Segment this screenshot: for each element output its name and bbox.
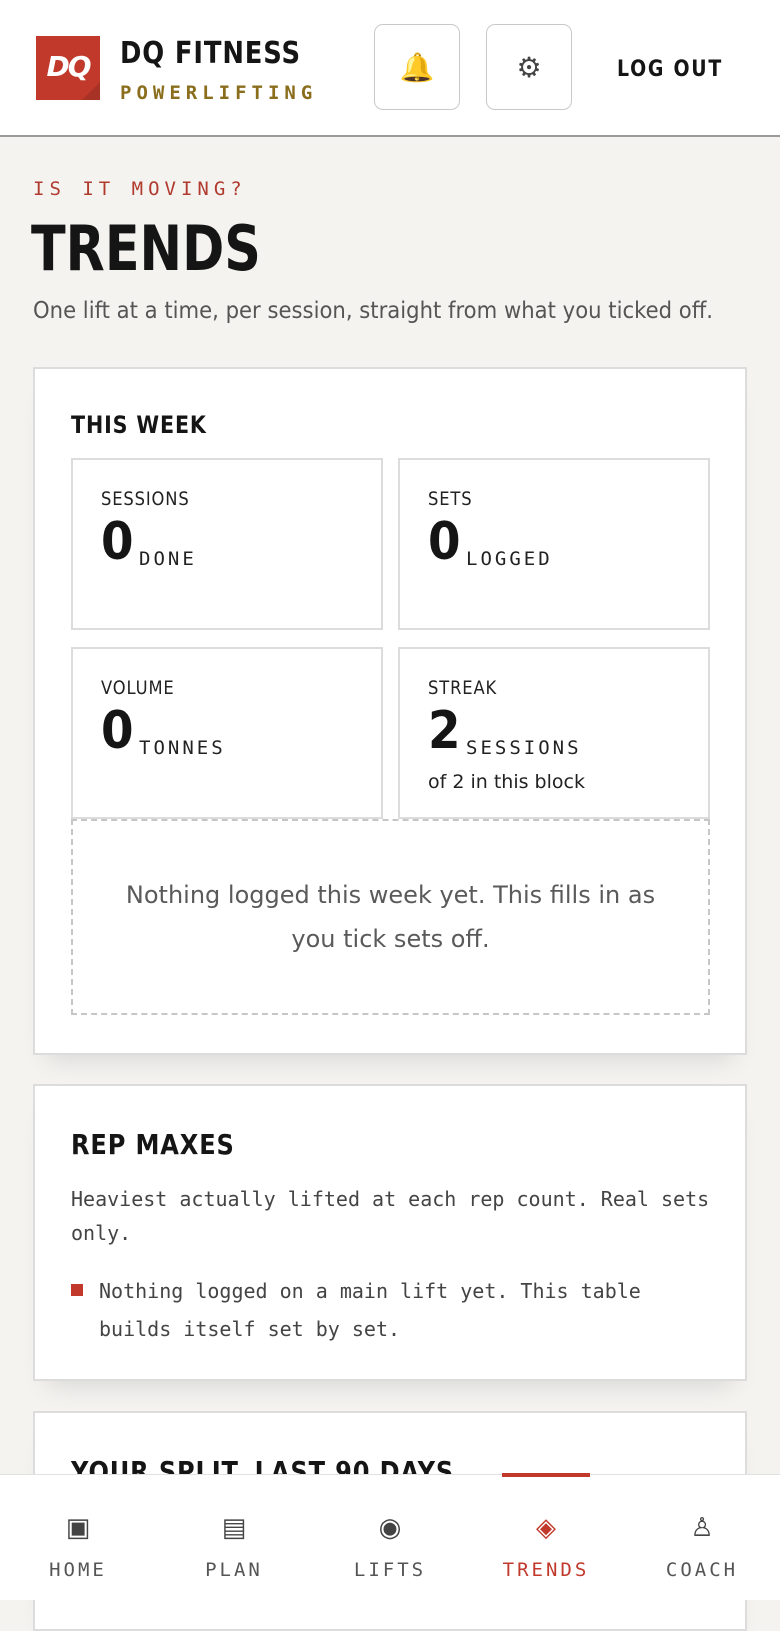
stat-sessions: SESSIONS 0 DONE xyxy=(71,458,383,630)
nav-lifts[interactable]: ◉ LIFTS xyxy=(312,1475,468,1601)
stat-label: STREAK xyxy=(428,677,498,699)
lifts-icon: ◉ xyxy=(378,1513,402,1543)
nav-label: PLAN xyxy=(205,1559,263,1581)
home-icon: ▣ xyxy=(65,1513,91,1543)
rep-maxes-title: REP MAXES xyxy=(71,1128,235,1161)
stat-label: SESSIONS xyxy=(101,488,190,510)
stat-label: SETS xyxy=(428,488,473,510)
settings-button[interactable]: ⚙ xyxy=(486,24,572,110)
notifications-button[interactable]: 🔔 xyxy=(374,24,460,110)
stat-value: 0 xyxy=(101,512,134,572)
logo-text: DQ xyxy=(46,50,91,83)
nav-label: COACH xyxy=(665,1559,739,1581)
nav-home[interactable]: ▣ HOME xyxy=(0,1475,156,1601)
page-description: One lift at a time, per session, straigh… xyxy=(33,298,714,324)
empty-week-message: Nothing logged this week yet. This fills… xyxy=(71,819,710,1015)
page-eyebrow: IS IT MOVING? xyxy=(33,178,247,200)
nav-label: LIFTS xyxy=(353,1559,427,1581)
bottom-nav: ▣ HOME ▤ PLAN ◉ LIFTS ◈ TRENDS ♙ COACH xyxy=(0,1474,780,1600)
brand-name: DQ FITNESS xyxy=(120,36,301,71)
bullet-icon xyxy=(71,1284,83,1296)
gear-icon: ⚙ xyxy=(516,50,542,84)
page-title: TRENDS xyxy=(31,212,261,285)
stat-unit: SESSIONS xyxy=(466,737,582,759)
bell-icon: 🔔 xyxy=(399,50,435,84)
trends-icon: ◈ xyxy=(536,1513,556,1543)
coach-icon: ♙ xyxy=(690,1513,714,1543)
stat-value: 0 xyxy=(101,701,134,761)
stat-unit: DONE xyxy=(139,548,197,570)
stat-value: 0 xyxy=(428,512,461,572)
nav-trends[interactable]: ◈ TRENDS xyxy=(468,1475,624,1601)
brand-subtitle: POWERLIFTING xyxy=(120,82,318,104)
rep-maxes-empty-message: Nothing logged on a main lift yet. This … xyxy=(99,1279,641,1341)
stat-unit: TONNES xyxy=(139,737,226,759)
nav-coach[interactable]: ♙ COACH xyxy=(624,1475,780,1601)
active-tab-indicator xyxy=(502,1473,590,1477)
stat-unit: LOGGED xyxy=(466,548,553,570)
this-week-title: THIS WEEK xyxy=(71,411,207,439)
rep-maxes-card: REP MAXES Heaviest actually lifted at ea… xyxy=(33,1084,747,1381)
stat-streak: STREAK 2 SESSIONS of 2 in this block xyxy=(398,647,710,819)
stat-volume: VOLUME 0 TONNES xyxy=(71,647,383,819)
app-header: DQ DQ FITNESS POWERLIFTING 🔔 ⚙ LOG OUT xyxy=(0,0,780,137)
this-week-card: THIS WEEK SESSIONS 0 DONE SETS 0 LOGGED … xyxy=(33,367,747,1055)
nav-plan[interactable]: ▤ PLAN xyxy=(156,1475,312,1601)
nav-label: HOME xyxy=(49,1559,107,1581)
stat-label: VOLUME xyxy=(101,677,175,699)
nav-label: TRENDS xyxy=(502,1559,590,1581)
logout-button[interactable]: LOG OUT xyxy=(610,50,730,90)
stat-note: of 2 in this block xyxy=(428,771,585,793)
stat-value: 2 xyxy=(428,701,461,761)
rep-maxes-description: Heaviest actually lifted at each rep cou… xyxy=(71,1187,710,1245)
brand-logo[interactable]: DQ xyxy=(36,36,100,100)
stat-sets: SETS 0 LOGGED xyxy=(398,458,710,630)
plan-icon: ▤ xyxy=(221,1513,247,1543)
